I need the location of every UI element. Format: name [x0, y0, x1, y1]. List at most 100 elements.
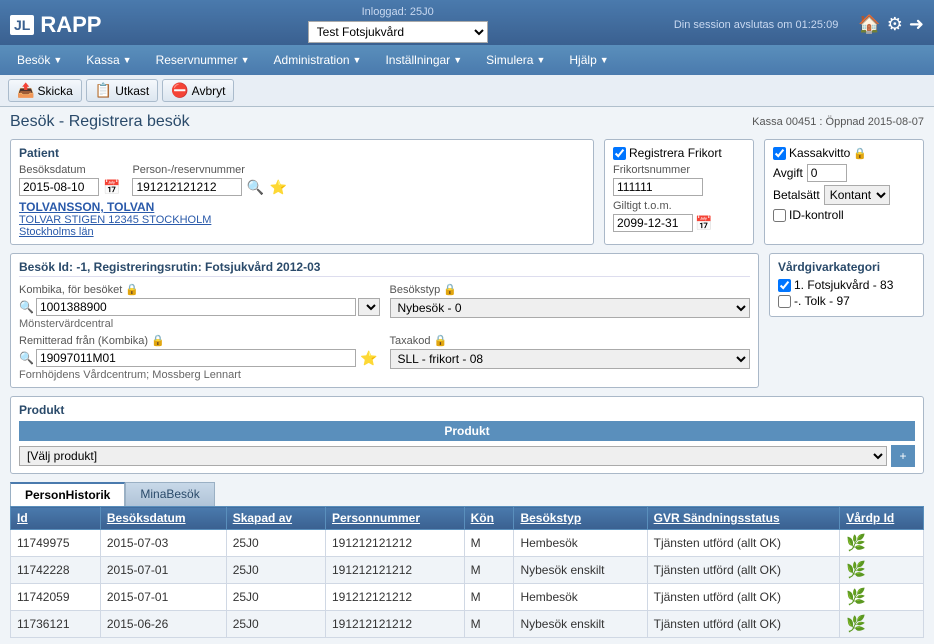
kombika-field[interactable] [36, 298, 356, 316]
logout-button[interactable]: ➜ [909, 14, 924, 35]
kassakvitto-checkbox[interactable] [773, 147, 786, 160]
history-table: Id Besöksdatum Skapad av Personnummer Kö… [10, 506, 924, 638]
nav-reservnummer-label: Reservnummer [156, 53, 238, 67]
table-row[interactable]: 11742228 2015-07-01 25J0 191212121212 M … [11, 557, 924, 584]
cell-date: 2015-07-01 [100, 557, 226, 584]
besok-main: Besök Id: -1, Registreringsrutin: Fotsju… [10, 253, 759, 396]
cell-id: 11742059 [11, 584, 101, 611]
vaardgivare-checkbox-2[interactable] [778, 295, 791, 308]
betalsatt-select[interactable]: Kontant Kort Faktura [824, 185, 890, 205]
besok-fields-row: Kombika, för besöket 🔒 🔍 Mönstervärdcent… [19, 283, 750, 330]
vaardgivare-checkbox-1[interactable] [778, 279, 791, 292]
taxakod-label: Taxakod 🔒 [390, 334, 751, 347]
taxakod-select[interactable]: SLL - frikort - 08 [390, 349, 751, 369]
remitterad-label: Remitterad från (Kombika) 🔒 [19, 334, 380, 347]
nav-reservnummer[interactable]: Reservnummer ▼ [145, 48, 261, 72]
remitterad-field[interactable] [36, 349, 356, 367]
besokstyp-select[interactable]: Nybesök - 0 Hembesök Nybesök enskilt [390, 298, 751, 318]
cell-created-by: 25J0 [226, 584, 325, 611]
patient-name[interactable]: TOLVANSSON, TOLVAN [19, 200, 585, 214]
remitterad-row: Remitterad från (Kombika) 🔒 🔍 ⭐ Fornhöjd… [19, 334, 750, 381]
nav-hjalp[interactable]: Hjälp ▼ [558, 48, 619, 72]
main-page: Besök - Registrera besök Kassa 00451 : Ö… [0, 107, 934, 644]
nav-reservnummer-arrow: ▼ [241, 55, 250, 65]
id-kontroll-checkbox[interactable] [773, 209, 786, 222]
besok-header: Besök Id: -1, Registreringsrutin: Fotsju… [19, 260, 750, 277]
betalsatt-label: Betalsätt [773, 188, 820, 202]
nav-kassa[interactable]: Kassa ▼ [75, 48, 142, 72]
utkast-button[interactable]: 📋 Utkast [86, 79, 158, 102]
frikort-checkbox[interactable] [613, 147, 626, 160]
col-personnummer[interactable]: Personnummer [325, 507, 464, 530]
col-kon[interactable]: Kön [464, 507, 514, 530]
nav-besok-arrow: ▼ [53, 55, 62, 65]
logo-area: JL RAPP [10, 12, 101, 38]
giltigt-label: Giltigt t.o.m. [613, 200, 745, 212]
cell-created-by: 25J0 [226, 557, 325, 584]
nav-installningar[interactable]: Inställningar ▼ [374, 48, 473, 72]
produkt-row: [Välj produkt] + [19, 445, 915, 467]
col-besokstyp[interactable]: Besökstyp [514, 507, 647, 530]
giltigt-field[interactable] [613, 214, 693, 232]
clinic-select[interactable]: Test Fotsjukvård [308, 21, 488, 43]
search-person-button[interactable]: 🔍 [244, 179, 265, 196]
col-besoksdatum[interactable]: Besöksdatum [100, 507, 226, 530]
kombika-search-row: 🔍 [19, 298, 380, 316]
skicka-icon: 📤 [17, 82, 34, 99]
cell-personnummer: 191212121212 [325, 557, 464, 584]
kassa-info: Kassa 00451 : Öppnad 2015-08-07 [752, 116, 924, 128]
col-vardp-id[interactable]: Vårdp Id [840, 507, 924, 530]
taxakod-col: Taxakod 🔒 SLL - frikort - 08 [390, 334, 751, 381]
calendar-button[interactable]: 📅 [101, 179, 122, 196]
patient-region[interactable]: Stockholms län [19, 226, 585, 238]
avgift-field[interactable] [807, 164, 847, 182]
vaardgivare-section: Vårdgivarkategori 1. Fotsjukvård - 83 -.… [769, 253, 924, 317]
nav-administration[interactable]: Administration ▼ [263, 48, 373, 72]
col-skapad-av[interactable]: Skapad av [226, 507, 325, 530]
produkt-add-button[interactable]: + [891, 445, 915, 467]
frikortsnummer-field[interactable] [613, 178, 703, 196]
cell-id: 11749975 [11, 530, 101, 557]
tab-personhistorik[interactable]: PersonHistorik [10, 482, 125, 506]
cell-besokstyp: Hembesök [514, 584, 647, 611]
nav-besok-label: Besök [17, 53, 50, 67]
cell-besokstyp: Hembesök [514, 530, 647, 557]
personnummer-label: Person-/reservnummer [132, 164, 289, 176]
giltigt-calendar-icon[interactable]: 📅 [695, 215, 712, 232]
nav-installningar-arrow: ▼ [453, 55, 462, 65]
tabs-row: PersonHistorik MinaBesök [10, 482, 924, 506]
clinic-select-wrap: Test Fotsjukvård [308, 21, 488, 43]
nav-besok[interactable]: Besök ▼ [6, 48, 73, 72]
remitterad-star-button[interactable]: ⭐ [358, 350, 379, 367]
avbryt-icon: ⛔ [171, 82, 188, 99]
personnummer-field[interactable] [132, 178, 242, 196]
cell-kon: M [464, 611, 514, 638]
col-id[interactable]: Id [11, 507, 101, 530]
home-button[interactable]: 🏠 [858, 14, 880, 35]
besokstyp-col: Besökstyp 🔒 Nybesök - 0 Hembesök Nybesök… [390, 283, 751, 318]
kombika-select[interactable] [358, 298, 380, 316]
cell-besokstyp: Nybesök enskilt [514, 611, 647, 638]
table-row[interactable]: 11742059 2015-07-01 25J0 191212121212 M … [11, 584, 924, 611]
vaardgivare-item-2: -. Tolk - 97 [778, 294, 915, 308]
skicka-button[interactable]: 📤 Skicka [8, 79, 82, 102]
col-gvr-status[interactable]: GVR Sändningsstatus [647, 507, 840, 530]
star-person-button[interactable]: ⭐ [268, 179, 289, 196]
besoksdatum-field[interactable] [19, 178, 99, 196]
avbryt-button[interactable]: ⛔ Avbryt [162, 79, 234, 102]
logged-in-text: Inloggad: 25J0 [362, 6, 434, 18]
nav-simulera-arrow: ▼ [536, 55, 545, 65]
taxakod-lock-icon: 🔒 [434, 335, 448, 347]
remitterad-search-icon: 🔍 [19, 351, 34, 365]
table-row[interactable]: 11736121 2015-06-26 25J0 191212121212 M … [11, 611, 924, 638]
nav-simulera[interactable]: Simulera ▼ [475, 48, 556, 72]
cell-vardp-id: 🌿 [840, 611, 924, 638]
vaardgivare-label-2: -. Tolk - 97 [794, 294, 850, 308]
settings-button[interactable]: ⚙ [887, 14, 903, 35]
produkt-select[interactable]: [Välj produkt] [19, 446, 887, 466]
patient-address[interactable]: TOLVAR STIGEN 12345 STOCKHOLM [19, 214, 585, 226]
tab-minabesok[interactable]: MinaBesök [125, 482, 214, 506]
besok-side: Vårdgivarkategori 1. Fotsjukvård - 83 -.… [769, 253, 924, 396]
besok-section: Besök Id: -1, Registreringsrutin: Fotsju… [10, 253, 759, 388]
table-row[interactable]: 11749975 2015-07-03 25J0 191212121212 M … [11, 530, 924, 557]
